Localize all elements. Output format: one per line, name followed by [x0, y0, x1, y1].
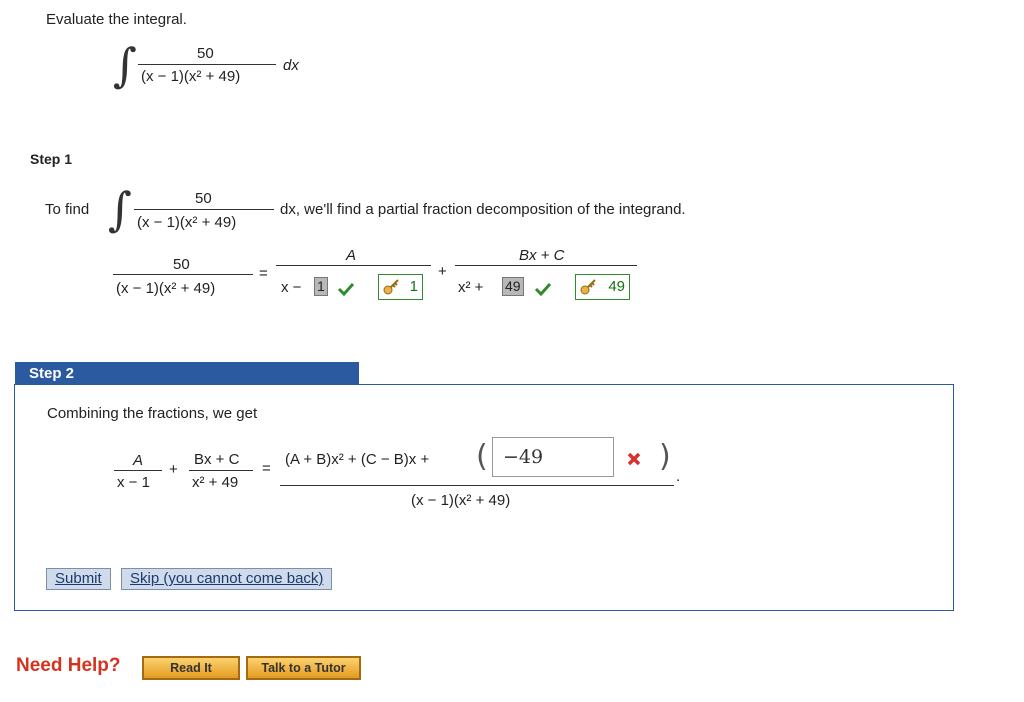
step1-explanation: dx, we'll find a partial fraction decomp… [280, 201, 686, 218]
rhs-input[interactable]: −49 [492, 437, 614, 477]
submit-button[interactable]: Submit [46, 568, 111, 590]
skip-button[interactable]: Skip (you cannot come back) [121, 568, 333, 590]
rhs-denominator: (x − 1)(x² + 49) [411, 492, 511, 509]
rhs-fraction-bar [280, 485, 674, 486]
rhs-input-value: −49 [503, 446, 544, 468]
step1-equals: = [259, 265, 268, 282]
talk-to-tutor-button[interactable]: Talk to a Tutor [246, 656, 361, 680]
step1-lhs-fraction-bar [113, 274, 253, 275]
frac1-numerator: A [133, 452, 144, 469]
key-icon [580, 279, 596, 295]
problem-denominator: (x − 1)(x² + 49) [141, 68, 241, 85]
frac2-denominator: x² + 49 [192, 474, 239, 491]
step2-plus: + [169, 461, 178, 478]
term1-answer-key[interactable]: 1 [378, 274, 423, 300]
step1-title: Step 1 [30, 151, 73, 167]
frac2-bar [189, 470, 253, 471]
integral-sign: ∫ [113, 38, 137, 92]
term2-input[interactable]: 49 [502, 277, 524, 296]
frac1-denominator: x − 1 [117, 474, 150, 491]
problem-numerator: 50 [197, 45, 214, 62]
term2-denominator-prefix: x² + [458, 279, 484, 296]
term2-answer-key[interactable]: 49 [575, 274, 630, 300]
step1-integral-sign: ∫ [108, 182, 132, 236]
frac2-numerator: Bx + C [194, 451, 240, 468]
rhs-numerator-prefix: (A + B)x² + (C − B)x + [285, 451, 430, 468]
key-icon [383, 279, 399, 295]
term2-check-icon [534, 282, 552, 296]
frac1-bar [114, 470, 162, 471]
step1-lhs-denominator: (x − 1)(x² + 49) [116, 280, 216, 297]
need-help-label: Need Help? [16, 655, 121, 676]
problem-dx: dx [283, 57, 299, 74]
step1-to-find: To find [45, 201, 90, 218]
term2-fraction-bar [455, 265, 637, 266]
step1-denominator: (x − 1)(x² + 49) [137, 214, 237, 231]
step1-plus: + [438, 263, 447, 280]
problem-prompt: Evaluate the integral. [46, 11, 187, 28]
term2-numerator: Bx + C [519, 247, 565, 264]
term2-answer: 49 [608, 278, 625, 295]
term1-fraction-bar [276, 265, 431, 266]
term1-answer: 1 [409, 278, 418, 295]
step2-period: . [676, 468, 681, 485]
term1-check-icon [337, 282, 355, 296]
step2-title: Step 2 [15, 362, 359, 385]
open-paren: ( [476, 439, 488, 474]
step2-equals: = [262, 460, 271, 477]
term1-input[interactable]: 1 [314, 277, 328, 296]
step1-numerator: 50 [195, 190, 212, 207]
incorrect-x-icon [627, 452, 641, 466]
read-it-button[interactable]: Read It [142, 656, 240, 680]
term1-denominator-prefix: x − [281, 279, 302, 296]
step1-fraction-bar [134, 209, 274, 210]
close-paren: ) [659, 439, 671, 474]
step1-lhs-numerator: 50 [173, 256, 190, 273]
step2-intro: Combining the fractions, we get [47, 405, 258, 422]
problem-fraction-bar [138, 64, 276, 65]
term1-numerator: A [346, 247, 357, 264]
